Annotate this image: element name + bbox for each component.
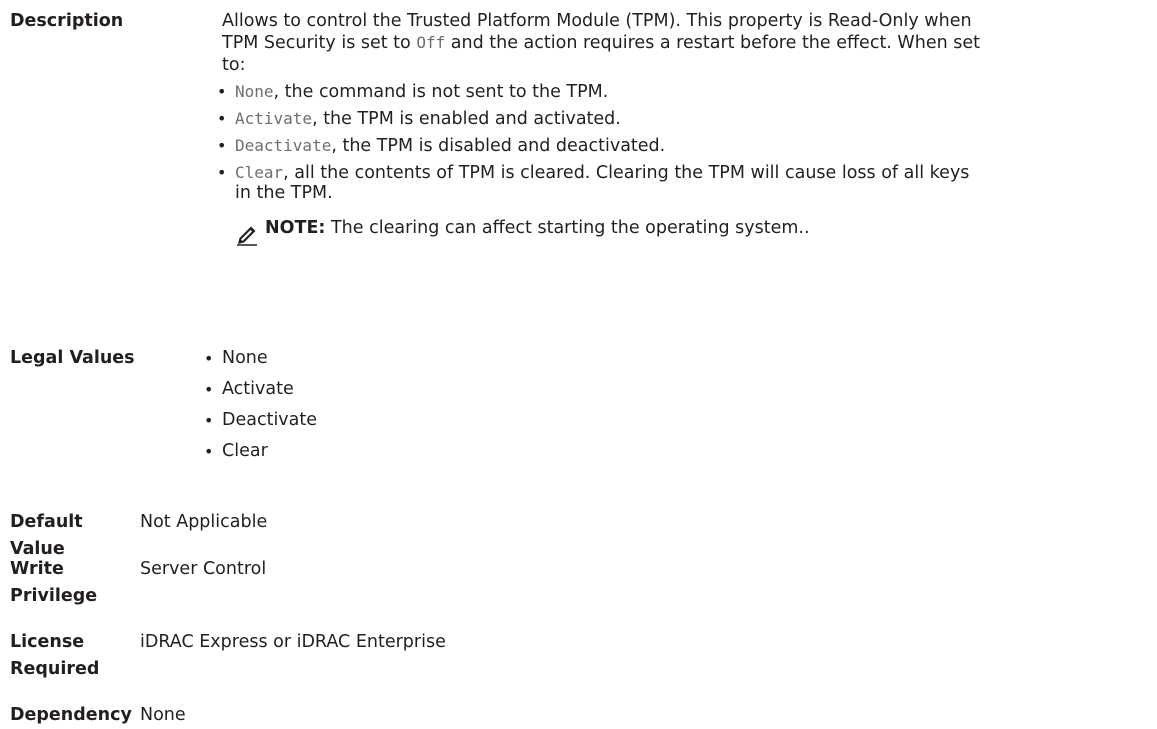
- legal-value: Clear: [222, 441, 268, 461]
- bullet-icon: •: [204, 411, 214, 430]
- list-item: • Activate: [204, 377, 1152, 402]
- list-item: • Deactivate: [204, 408, 1152, 433]
- intro-text-4: to:: [222, 55, 246, 75]
- description-row: Description Allows to control the Truste…: [10, 10, 1157, 305]
- list-item-code: Activate: [235, 109, 313, 128]
- list-item-text: , all the contents of TPM is cleared. Cl…: [283, 163, 970, 183]
- dependency-label: Dependency: [10, 705, 132, 725]
- intro-code-off: Off: [416, 33, 446, 52]
- description-value: Allows to control the Trusted Platform M…: [217, 10, 1152, 246]
- intro-text-3: and the action requires a restart before…: [445, 33, 980, 53]
- bullet-icon: •: [204, 380, 214, 399]
- default-value-label: Default Value: [10, 512, 83, 559]
- legal-value: Deactivate: [222, 410, 318, 430]
- bullet-icon: •: [217, 109, 227, 128]
- legal-values-value: • None • Activate • Deactivate • Clear: [204, 346, 1152, 464]
- list-item-text: , the command is not sent to the TPM.: [273, 82, 609, 102]
- intro-text-2: TPM Security is set to: [222, 33, 417, 53]
- list-item-text: , the TPM is enabled and activated.: [312, 109, 621, 129]
- list-item-text: , the TPM is disabled and deactivated.: [331, 136, 666, 156]
- dependency-row: Dependency None: [10, 702, 1157, 729]
- license-required-row: License Required iDRAC Express or iDRAC …: [10, 629, 1157, 685]
- legal-values-label: Legal Values: [10, 348, 135, 368]
- write-privilege-label-line2: Privilege: [10, 586, 98, 606]
- list-item: • None, the command is not sent to the T…: [217, 82, 1152, 102]
- license-required-label: License Required: [10, 629, 140, 683]
- license-required-label-line2: Required: [10, 659, 100, 679]
- description-label: Description: [10, 11, 124, 31]
- intro-text-1: Allows to control the Trusted Platform M…: [222, 11, 972, 31]
- pencil-note-icon: [237, 226, 257, 246]
- bullet-icon: •: [204, 442, 214, 461]
- list-item: • None: [204, 346, 1152, 371]
- legal-values-row: Legal Values • None • Activate • Deactiv…: [10, 346, 1157, 474]
- bullet-icon: •: [204, 349, 214, 368]
- license-required-value: iDRAC Express or iDRAC Enterprise: [140, 632, 446, 652]
- note-text: The clearing can affect starting the ope…: [325, 218, 810, 238]
- list-item: • Activate, the TPM is enabled and activ…: [217, 109, 1152, 129]
- write-privilege-label: Write Privilege: [10, 556, 140, 610]
- list-item-text-cont: in the TPM.: [235, 183, 333, 203]
- list-item: • Clear, all the contents of TPM is clea…: [217, 163, 1152, 203]
- default-value-row: Default Value Not Applicable: [10, 509, 1157, 559]
- legal-value: Activate: [222, 379, 294, 399]
- note-label: NOTE:: [265, 218, 326, 238]
- dependency-value: None: [140, 705, 186, 725]
- default-value: Not Applicable: [140, 512, 268, 532]
- legal-values-list: • None • Activate • Deactivate • Clear: [204, 346, 1152, 464]
- list-item-code: Clear: [235, 163, 284, 182]
- bullet-icon: •: [217, 163, 227, 182]
- bullet-icon: •: [217, 136, 227, 155]
- write-privilege-label-line1: Write: [10, 559, 64, 579]
- license-required-label-line1: License: [10, 632, 85, 652]
- write-privilege-row: Write Privilege Server Control: [10, 556, 1157, 612]
- description-list: • None, the command is not sent to the T…: [217, 82, 1152, 203]
- bullet-icon: •: [217, 82, 227, 101]
- list-item: • Clear: [204, 439, 1152, 464]
- list-item: • Deactivate, the TPM is disabled and de…: [217, 136, 1152, 156]
- list-item-code: Deactivate: [235, 136, 332, 155]
- description-intro: Allows to control the Trusted Platform M…: [222, 10, 1152, 76]
- legal-value: None: [222, 348, 268, 368]
- write-privilege-value: Server Control: [140, 559, 267, 579]
- list-item-code: None: [235, 82, 274, 101]
- note-block: NOTE: The clearing can affect starting t…: [235, 217, 1152, 246]
